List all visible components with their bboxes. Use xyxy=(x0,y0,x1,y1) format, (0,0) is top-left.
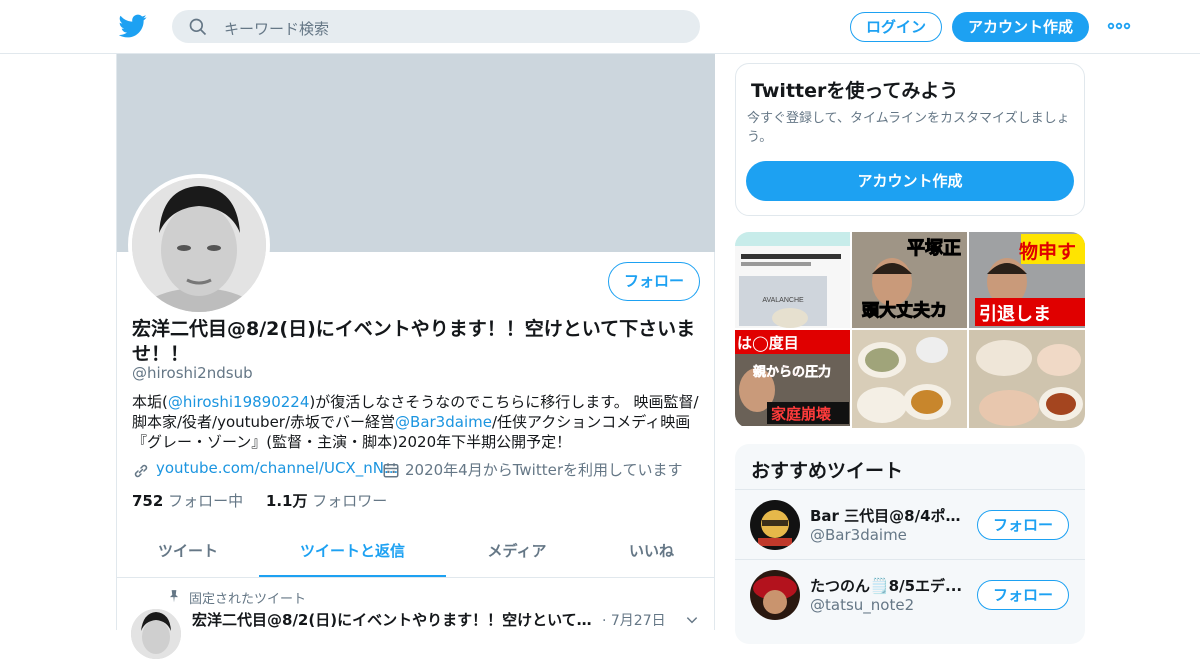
profile-name: 宏洋二代目@8/2(日)にイベントやります！！空けといて下さいませ！！ xyxy=(132,318,696,365)
thumb-overlay: 親からの圧力 xyxy=(753,364,831,380)
recommended-accounts-panel: おすすめツイート Bar 三代目@8/4ポコ... @Bar3daime フォロ… xyxy=(735,444,1085,644)
thumb-overlay: 頭大丈夫カ xyxy=(862,300,947,321)
follow-account-button[interactable]: フォロー xyxy=(977,580,1069,610)
follow-account-button[interactable]: フォロー xyxy=(977,510,1069,540)
tab-media[interactable]: メディア xyxy=(446,526,588,577)
thumb-overlay: 平塚正 xyxy=(907,238,961,259)
account-avatar[interactable] xyxy=(750,500,800,550)
pin-icon xyxy=(169,590,179,603)
thumb-image xyxy=(969,330,1085,428)
promo-title: Twitterを使ってみよう xyxy=(751,80,959,102)
thumb-caption: AVALANCHE xyxy=(762,297,804,304)
signup-button[interactable]: アカウント作成 xyxy=(952,12,1089,42)
recommended-title: おすすめツイート xyxy=(751,460,904,482)
media-thumb[interactable]: は◯度目 親からの圧力 家庭崩壊 xyxy=(735,330,850,426)
recommended-account[interactable]: たつのん🗒️8/5エデ... @tatsu_note2 フォロー xyxy=(735,559,1085,629)
followers-link[interactable]: 1.1万 フォロワー xyxy=(266,492,387,510)
thumb-image: AVALANCHE xyxy=(735,232,850,328)
tweet-date[interactable]: · 7月27日 xyxy=(602,610,666,630)
profile-avatar[interactable] xyxy=(128,174,270,316)
bio-text: 本垢( xyxy=(132,393,168,411)
account-handle[interactable]: @Bar3daime xyxy=(810,526,907,544)
tab-likes[interactable]: いいね xyxy=(588,526,715,577)
profile-bio: 本垢(@hiroshi19890224)が復活しなさそうなのでこちらに移行します… xyxy=(132,392,702,452)
recommended-account[interactable]: Bar 三代目@8/4ポコ... @Bar3daime フォロー xyxy=(735,489,1085,559)
promo-description: 今すぐ登録して、タイムラインをカスタマイズしましょう。 xyxy=(747,111,1070,145)
profile-column: フォロー 宏洋二代目@8/2(日)にイベントやります！！空けといて下さいませ！！… xyxy=(116,54,715,659)
thumb-overlay: 物申す xyxy=(1019,240,1076,263)
login-button[interactable]: ログイン xyxy=(850,12,942,42)
thumb-image: 物申す 引退しま xyxy=(969,232,1085,328)
link-icon xyxy=(134,464,148,478)
following-link[interactable]: 752 フォロー中 xyxy=(132,492,243,510)
chevron-down-icon[interactable] xyxy=(685,613,699,627)
tweet-author-name[interactable]: 宏洋二代目@8/2(日)にイベントやります！！空けといて下... xyxy=(192,609,597,630)
pinned-tweet[interactable]: 固定されたツイート 宏洋二代目@8/2(日)にイベントやります！！空けといて下.… xyxy=(117,579,715,659)
promo-signup-button[interactable]: アカウント作成 xyxy=(746,161,1074,201)
search-bar[interactable]: キーワード検索 xyxy=(172,10,700,43)
tab-tweets[interactable]: ツイート xyxy=(117,526,259,577)
avatar-image xyxy=(750,500,800,550)
account-name[interactable]: たつのん🗒️8/5エデ... xyxy=(810,575,970,596)
account-handle[interactable]: @tatsu_note2 xyxy=(810,596,914,614)
bio-mention-link[interactable]: @hiroshi19890224 xyxy=(168,393,310,411)
media-thumb[interactable]: AVALANCHE xyxy=(735,232,850,328)
profile-website-link[interactable]: youtube.com/channel/UCX_nN... xyxy=(156,459,398,477)
top-navigation-bar: キーワード検索 ログイン アカウント作成 xyxy=(0,0,1200,54)
media-thumb[interactable] xyxy=(969,330,1085,428)
twitter-bird-logo-icon[interactable] xyxy=(119,12,147,40)
joined-date: 2020年4月からTwitterを利用しています xyxy=(405,461,683,479)
tweet-author-avatar[interactable] xyxy=(131,609,181,659)
following-label: フォロー中 xyxy=(168,492,244,510)
followers-count: 1.1万 xyxy=(265,492,308,510)
account-avatar[interactable] xyxy=(750,570,800,620)
signup-promo-card: Twitterを使ってみよう 今すぐ登録して、タイムラインをカスタマイズしましょ… xyxy=(735,63,1085,216)
search-placeholder[interactable]: キーワード検索 xyxy=(224,18,329,39)
profile-handle[interactable]: @hiroshi2ndsub xyxy=(132,364,253,382)
thumb-overlay: 家庭崩壊 xyxy=(771,405,831,423)
thumb-overlay: は◯度目 xyxy=(737,334,799,352)
bio-mention-link[interactable]: @Bar3daime xyxy=(395,413,492,431)
calendar-icon xyxy=(383,463,399,478)
search-icon xyxy=(189,18,207,36)
avatar-image xyxy=(750,570,800,620)
profile-meta: youtube.com/channel/UCX_nN... 2020年4月からT… xyxy=(132,459,702,481)
followers-label: フォロワー xyxy=(312,492,388,510)
thumb-image: は◯度目 親からの圧力 家庭崩壊 xyxy=(735,330,850,426)
pinned-label: 固定されたツイート xyxy=(189,592,307,607)
profile-photo xyxy=(132,178,266,312)
profile-tabs: ツイート ツイートと返信 メディア いいね xyxy=(117,526,715,578)
thumb-image: 平塚正 頭大丈夫カ xyxy=(852,232,967,328)
following-count: 752 xyxy=(132,492,164,510)
media-thumb[interactable] xyxy=(852,330,967,428)
account-name[interactable]: Bar 三代目@8/4ポコ... xyxy=(810,505,970,526)
follow-counts: 752 フォロー中 1.1万 フォロワー xyxy=(132,490,387,511)
thumb-overlay: 引退しま xyxy=(979,304,1051,325)
media-thumb[interactable]: 物申す 引退しま xyxy=(969,232,1085,328)
tab-tweets-and-replies[interactable]: ツイートと返信 xyxy=(259,526,446,577)
thumb-image xyxy=(852,330,967,428)
media-thumb[interactable]: 平塚正 頭大丈夫カ xyxy=(852,232,967,328)
author-photo xyxy=(131,609,181,659)
more-options-icon[interactable] xyxy=(1107,16,1131,36)
media-thumbnail-grid: AVALANCHE 平塚正 頭大丈夫カ 物申す 引退しま は◯度目 親からの圧力… xyxy=(735,232,1085,428)
follow-button[interactable]: フォロー xyxy=(608,262,700,301)
